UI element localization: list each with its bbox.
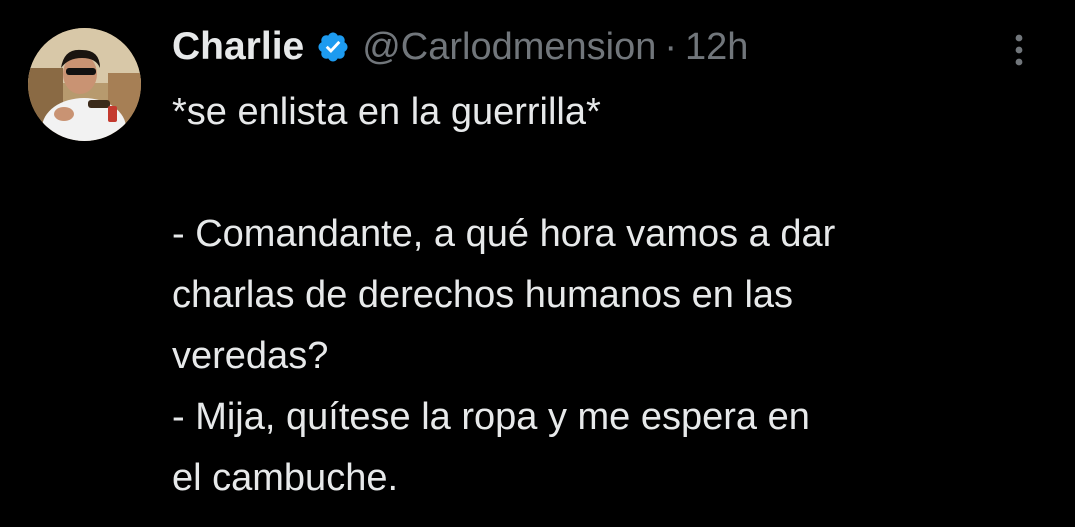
verified-badge-icon xyxy=(316,30,350,64)
tweet-line: *se enlista en la guerrilla* xyxy=(172,91,601,133)
tweet-text: *se enlista en la guerrilla* - Comandant… xyxy=(172,82,1052,509)
tweet-line: veredas? xyxy=(172,335,329,377)
author-handle[interactable]: @Carlodmension xyxy=(362,26,656,69)
avatar[interactable] xyxy=(28,28,141,141)
tweet-line: - Comandante, a qué hora vamos a dar xyxy=(172,213,836,255)
tweet[interactable]: Charlie @Carlodmension · 12h *se enlista… xyxy=(0,0,1075,527)
avatar-photo xyxy=(28,28,141,141)
timestamp[interactable]: 12h xyxy=(685,26,748,69)
more-options-button[interactable] xyxy=(1004,30,1034,70)
tweet-line: - Mija, quítese la ropa y me espera en xyxy=(172,396,810,438)
more-vertical-icon xyxy=(1015,34,1023,66)
author-name[interactable]: Charlie xyxy=(172,25,304,69)
separator-dot: · xyxy=(664,25,678,68)
tweet-line: charlas de derechos humanos en las xyxy=(172,274,794,316)
tweet-line: el cambuche. xyxy=(172,457,399,499)
tweet-header: Charlie @Carlodmension · 12h xyxy=(172,20,748,74)
